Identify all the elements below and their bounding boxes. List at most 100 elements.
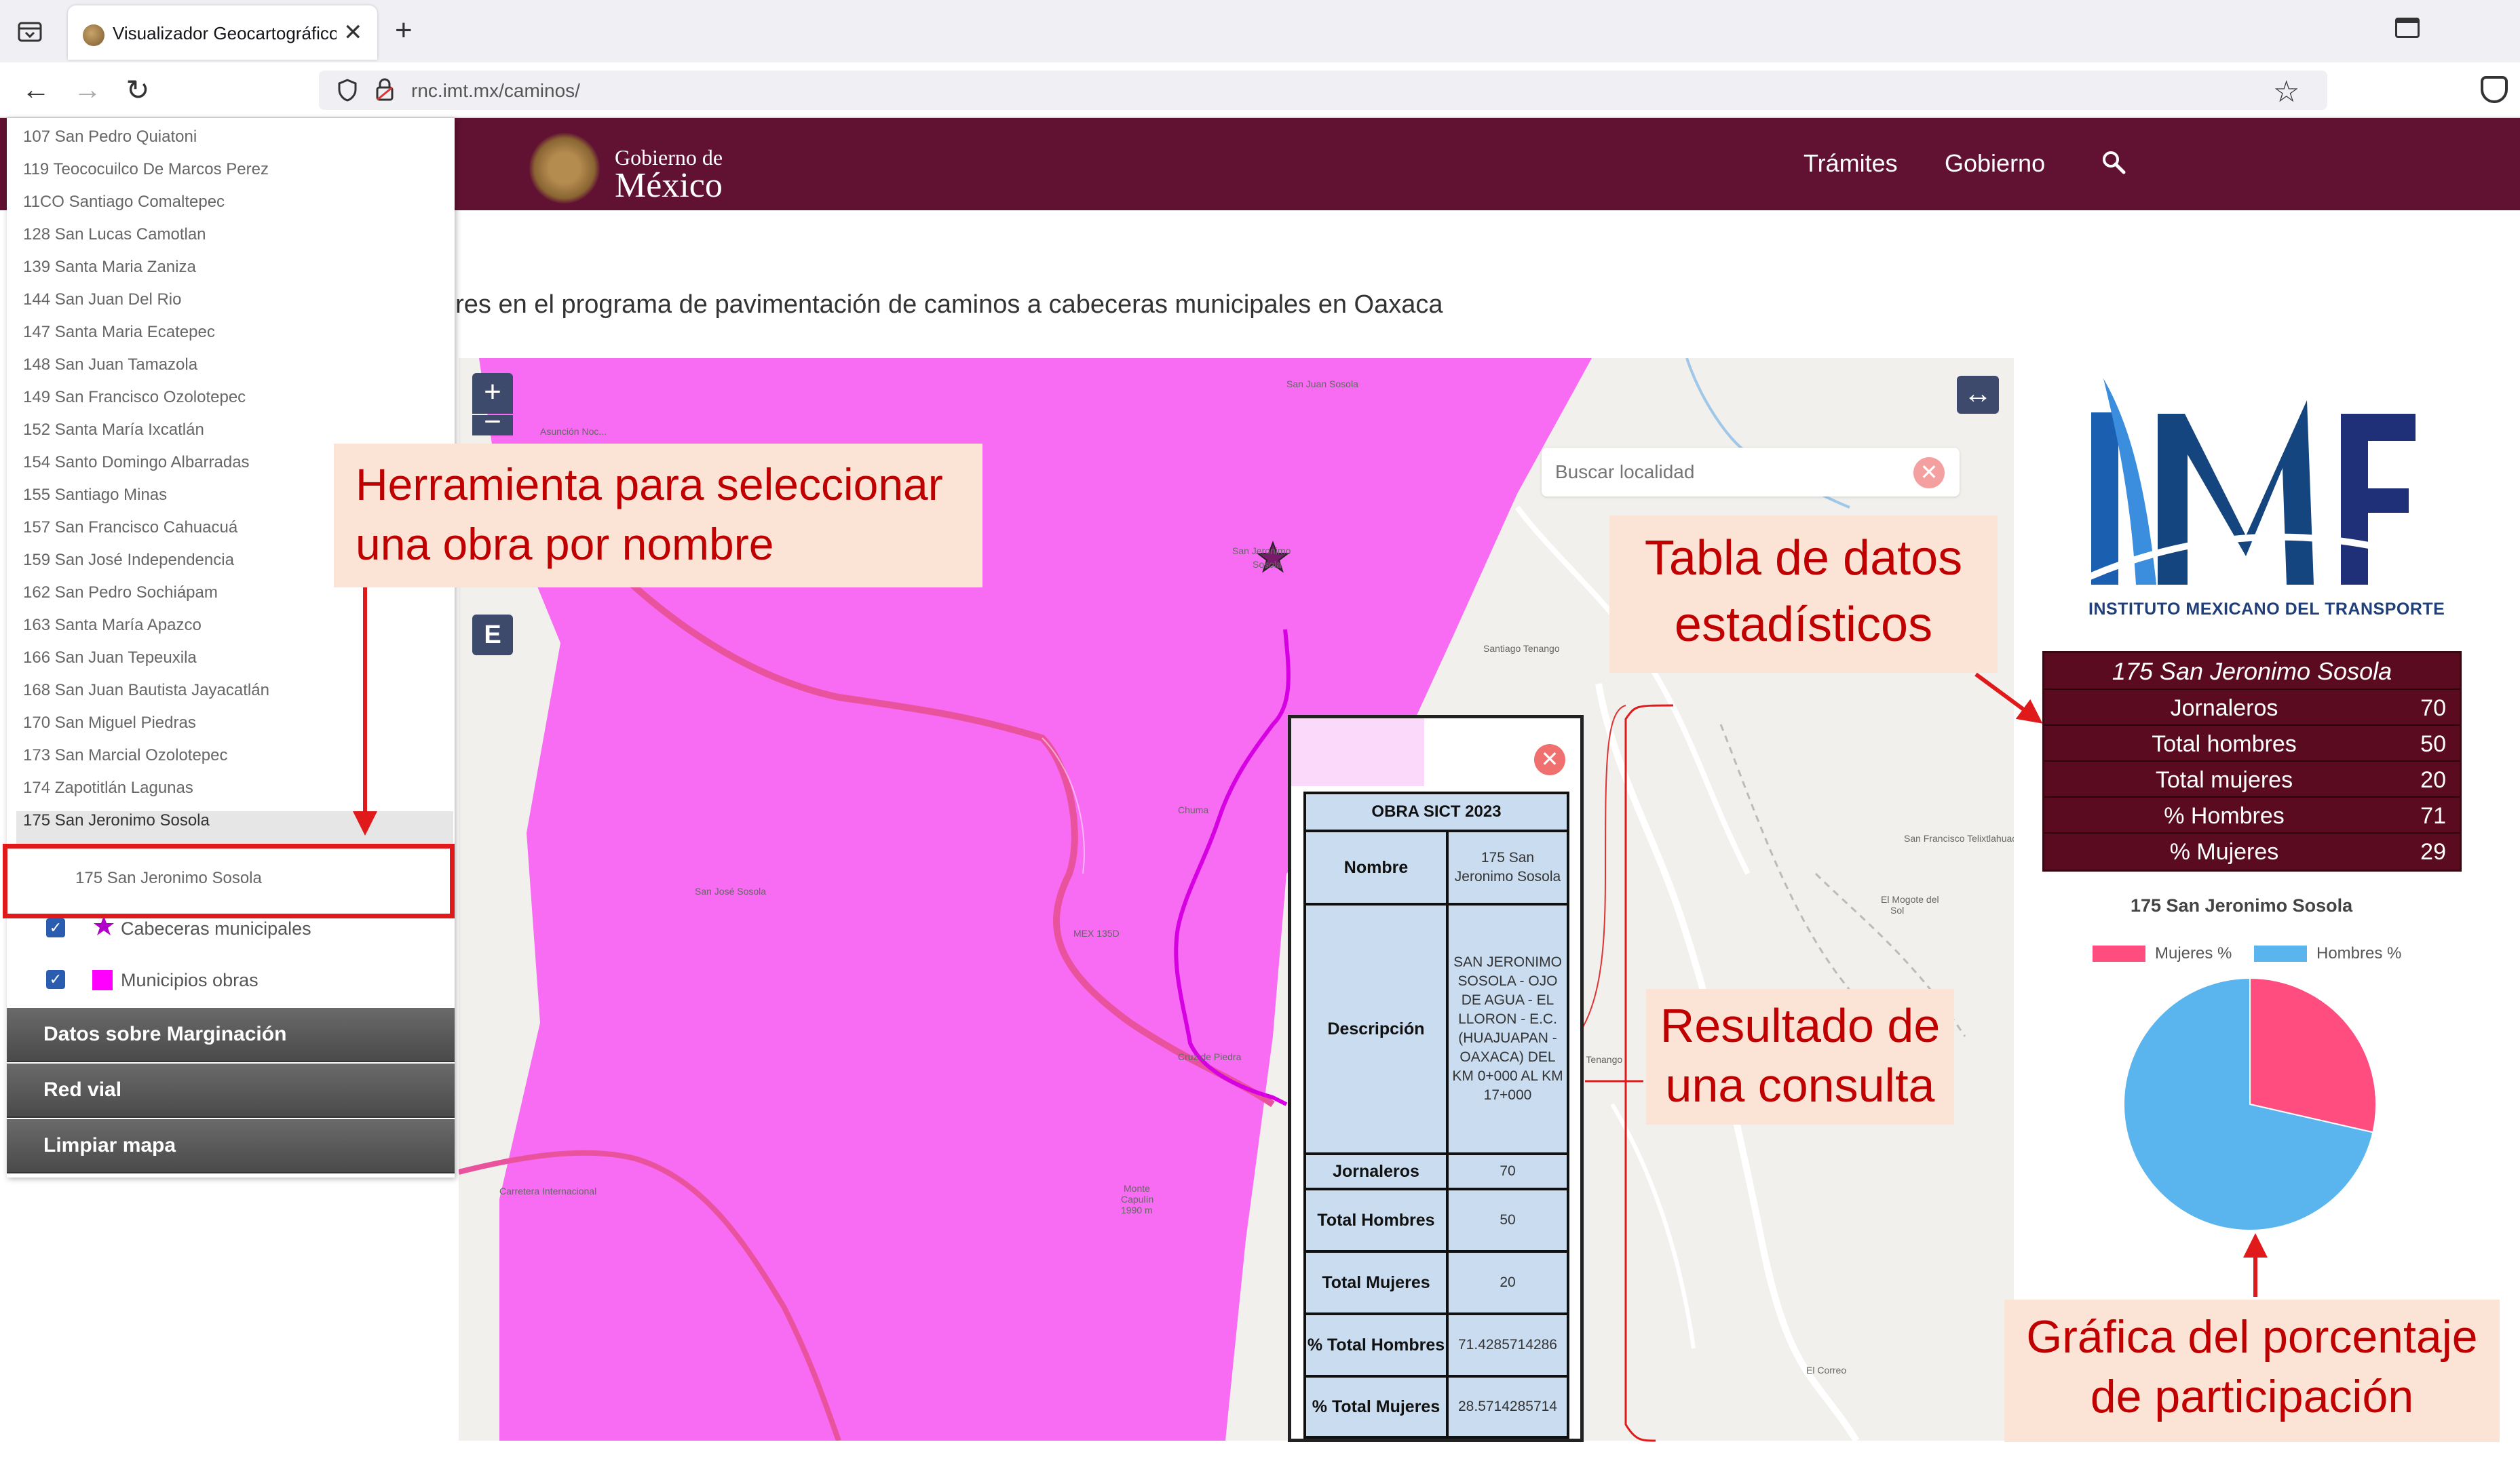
legend-swatch-mujeres[interactable] (2093, 946, 2145, 962)
nav-link-gobierno[interactable]: Gobierno (1945, 149, 2045, 178)
stats-row: Total mujeres 20 (2044, 762, 2460, 798)
search-icon[interactable] (2101, 149, 2128, 176)
map-label: Asunción Noc... (540, 426, 607, 437)
layer-panel: 107 San Pedro Quiatoni 119 Teococuilco De… (7, 118, 455, 1178)
gobierno-seal-icon (529, 133, 600, 203)
expand-arrows-icon[interactable]: ↔ (1957, 376, 1999, 414)
selected-obra-value: 175 San Jeronimo Sosola (75, 869, 262, 887)
locality-list-item[interactable]: 148 San Juan Tamazola (23, 355, 197, 374)
menu-button-red-vial[interactable]: Red vial (7, 1064, 455, 1118)
legend-label[interactable]: Mujeres % (2155, 944, 2232, 963)
locality-list-item[interactable]: 170 San Miguel Piedras (23, 714, 196, 733)
bookmark-star-icon[interactable]: ☆ (2273, 75, 2299, 109)
locality-list-item[interactable]: 107 San Pedro Quiatoni (23, 128, 197, 147)
annotation-text: Tabla de datos (1644, 531, 1963, 585)
map-label: San José Sosola (695, 886, 767, 897)
imt-name: INSTITUTO MEXICANO DEL TRANSPORTE (2088, 600, 2445, 619)
menu-button-marginacion[interactable]: Datos sobre Marginación (7, 1008, 455, 1062)
locality-list-item[interactable]: 119 Teococuilco De Marcos Perez (23, 160, 269, 179)
pocket-icon[interactable] (2481, 76, 2508, 103)
menu-button-label: Datos sobre Marginación (43, 1023, 287, 1045)
annotation-text: de participación (2090, 1371, 2414, 1422)
map-label: San Francisco Telixtlahuaca (1904, 833, 2014, 844)
map-label: Sol (1890, 905, 1905, 916)
popup-close-icon[interactable]: ✕ (1534, 744, 1565, 775)
popup-header: ✕ (1291, 718, 1580, 786)
chart-legend: Mujeres % Hombres % (2093, 941, 2418, 969)
reload-icon[interactable]: ↻ (121, 73, 155, 106)
locality-list-item[interactable]: 149 San Francisco Ozolotepec (23, 388, 246, 407)
lock-icon[interactable] (375, 77, 395, 102)
tab-list-icon[interactable] (15, 16, 45, 46)
locality-list-item[interactable]: 152 Santa María Ixcatlán (23, 421, 204, 440)
locality-list-item[interactable]: 144 San Juan Del Rio (23, 290, 181, 309)
locality-list-item[interactable]: 163 Santa María Apazco (23, 616, 202, 635)
locality-list-item[interactable]: 175 San Jeronimo Sosola (23, 811, 210, 830)
locality-list-item[interactable]: 157 San Francisco Cahuacuá (23, 518, 237, 537)
tab-close-icon[interactable]: ✕ (343, 19, 363, 46)
stats-row: % Hombres 71 (2044, 798, 2460, 834)
new-tab-icon[interactable]: + (395, 14, 413, 47)
annotation-text: Herramienta para seleccionar (356, 459, 943, 509)
address-bar[interactable]: rnc.imt.mx/caminos/ ☆ (319, 71, 2327, 110)
window-list-icon[interactable] (2395, 18, 2420, 38)
stats-label: Jornaleros (2170, 695, 2278, 721)
locality-list-item[interactable]: 173 San Marcial Ozolotepec (23, 746, 228, 765)
locality-list-item[interactable]: 155 Santiago Minas (23, 486, 167, 505)
layer-label: Cabeceras municipales (121, 918, 311, 939)
annotation-grafica: Gráfica del porcentaje de participación (2004, 1300, 2500, 1442)
locality-list-item[interactable]: 166 San Juan Tepeuxila (23, 648, 197, 667)
map-label: Carretera Internacional (499, 1186, 597, 1197)
zoom-in-button[interactable]: + (472, 373, 513, 414)
tab-title: Visualizador Geocartográfico de (113, 23, 337, 43)
locality-list-item[interactable]: 159 San José Independencia (23, 551, 234, 570)
stats-value: 70 (2420, 695, 2446, 721)
stats-table: 175 San Jeronimo Sosola Jornaleros 70 Tot… (2042, 651, 2462, 872)
locality-search-input[interactable] (1555, 457, 1908, 487)
forward-arrow-icon[interactable]: → (71, 73, 104, 106)
gobierno-logo-line2[interactable]: México (615, 166, 723, 206)
back-arrow-icon[interactable]: ← (19, 73, 53, 106)
layer-checkbox-municipios[interactable]: ✓ (46, 970, 65, 989)
locality-list-item[interactable]: 168 San Juan Bautista Jayacatlán (23, 681, 269, 700)
shield-icon[interactable] (338, 79, 357, 102)
annotation-text: una obra por nombre (356, 519, 774, 569)
nav-link-tramites[interactable]: Trámites (1803, 149, 1898, 178)
popup-value: 71.4285714286 (1446, 1312, 1569, 1378)
clear-search-icon[interactable]: ✕ (1913, 457, 1945, 488)
popup-key: Jornaleros (1303, 1152, 1449, 1190)
annotation-text: estadísticos (1674, 598, 1933, 652)
popup-key: % Total Hombres (1303, 1312, 1449, 1378)
locality-list-item[interactable]: 154 Santo Domingo Albarradas (23, 453, 250, 472)
popup-key: Nombre (1303, 830, 1449, 906)
locality-list-item[interactable]: 139 Santa Maria Zaniza (23, 258, 196, 277)
square-swatch-icon (92, 970, 113, 990)
popup-value: 20 (1446, 1250, 1569, 1315)
menu-button-label: Red vial (43, 1078, 122, 1101)
locality-list-item[interactable]: 162 San Pedro Sochiápam (23, 583, 218, 602)
map-label: Sosola (1253, 559, 1282, 570)
selected-obra-field[interactable]: 175 San Jeronimo Sosola (3, 844, 455, 918)
locality-list-item[interactable]: 128 San Lucas Camotlan (23, 225, 206, 244)
menu-button-limpiar-mapa[interactable]: Limpiar mapa (7, 1119, 455, 1173)
zoom-out-button[interactable]: − (472, 415, 513, 435)
browser-tab[interactable]: Visualizador Geocartográfico de ✕ (68, 5, 377, 60)
legend-swatch-hombres[interactable] (2254, 946, 2307, 962)
popup-value: 70 (1446, 1152, 1569, 1190)
stats-label: Total hombres (2152, 731, 2297, 757)
locality-list-item[interactable]: 147 Santa Maria Ecatepec (23, 323, 215, 342)
e-tool-button[interactable]: E (472, 615, 513, 655)
stats-value: 29 (2420, 839, 2446, 865)
locality-list-item[interactable]: 11CO Santiago Comaltepec (23, 193, 225, 212)
layer-row-municipios[interactable]: ✓ Municipios obras (41, 956, 448, 1004)
locality-list-item[interactable]: 174 Zapotitlán Lagunas (23, 779, 193, 798)
layer-checkbox-cabeceras[interactable]: ✓ (46, 918, 65, 937)
legend-label[interactable]: Hombres % (2316, 944, 2401, 963)
stats-value: 50 (2420, 731, 2446, 757)
layer-label: Municipios obras (121, 970, 259, 990)
map-label: o Tenango (1578, 1054, 1623, 1065)
annotation-resultado: Resultado de una consulta (1646, 989, 1954, 1125)
pie-chart (2123, 977, 2377, 1231)
map-label: Chuma (1178, 804, 1209, 815)
chart-title: 175 San Jeronimo Sosola (2131, 895, 2353, 916)
